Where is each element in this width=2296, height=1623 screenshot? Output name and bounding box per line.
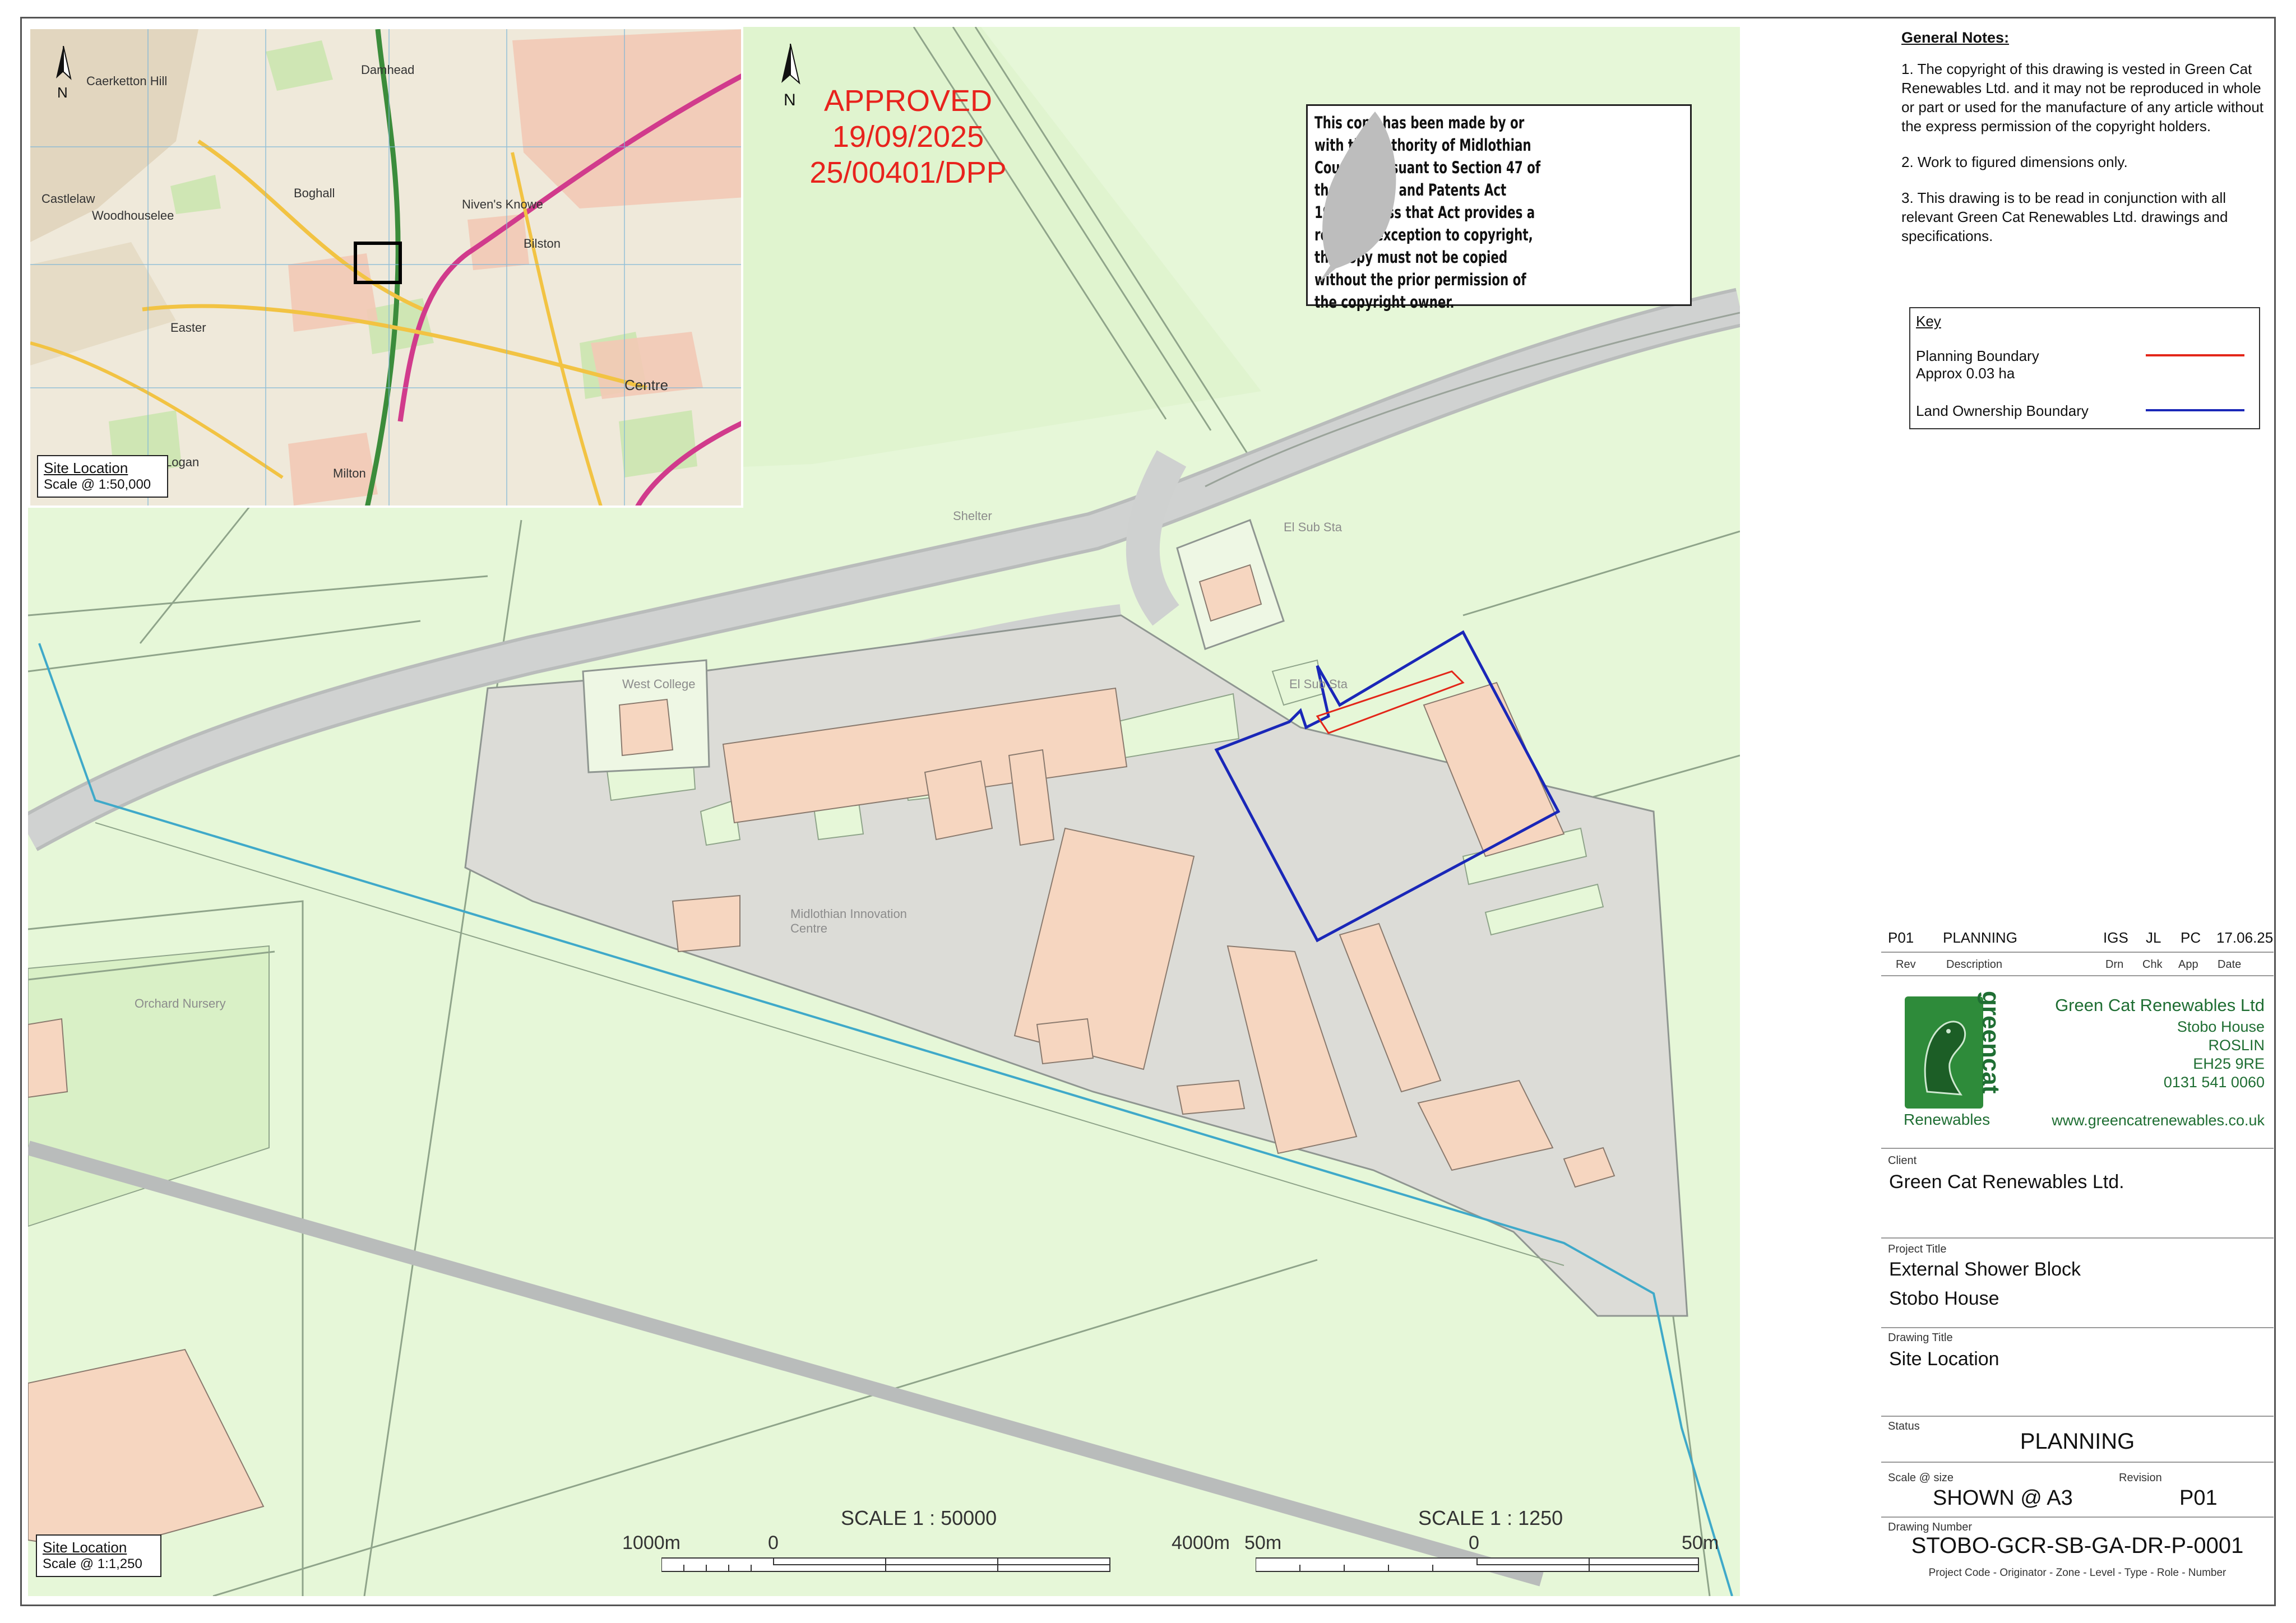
drawing-number-value: STOBO-GCR-SB-GA-DR-P-0001 bbox=[1911, 1533, 2244, 1558]
key-item-planning-boundary-label: Planning Boundary bbox=[1916, 347, 2039, 364]
revision-drn: IGS bbox=[2103, 929, 2128, 946]
inset-label-caerketton: Caerketton Hill bbox=[86, 74, 168, 88]
approval-reference: 25/00401/DPP bbox=[809, 156, 1007, 189]
revision-table: P01 PLANNING IGS JL PC 17.06.25 Rev Desc… bbox=[1881, 926, 2274, 976]
main-map-caption-title: Site Location bbox=[43, 1539, 127, 1556]
general-notes: General Notes: 1. The copyright of this … bbox=[1901, 28, 2271, 262]
revision-date: 17.06.25 bbox=[2216, 929, 2274, 946]
scale-bar-1250-right-label: 50m bbox=[1682, 1532, 1719, 1554]
map-label-orchard-nursery: Orchard Nursery bbox=[135, 996, 226, 1010]
inset-label-roslin: Centre bbox=[624, 377, 669, 393]
approval-status: APPROVED bbox=[823, 84, 993, 118]
revision-chk: JL bbox=[2146, 929, 2161, 946]
scale-value: SHOWN @ A3 bbox=[1933, 1486, 2073, 1510]
inset-label-milton: Milton bbox=[333, 466, 366, 480]
scale-bar-50000-left-label: 1000m bbox=[622, 1532, 681, 1554]
map-label-west-college: West College bbox=[622, 677, 696, 691]
drawing-number-format: Project Code - Originator - Zone - Level… bbox=[1928, 1567, 2226, 1579]
scale-bar-1250-graphic bbox=[1256, 1557, 1699, 1572]
key-item-land-ownership-boundary-label: Land Ownership Boundary bbox=[1916, 402, 2089, 419]
scale-bar-50000-right-label: 4000m bbox=[1172, 1532, 1230, 1554]
inset-map-drawing bbox=[30, 29, 741, 506]
revision-header-date: Date bbox=[2218, 958, 2242, 971]
revision-label: Revision bbox=[2119, 1472, 2162, 1484]
company-address-line-1: Stobo House bbox=[2177, 1018, 2265, 1035]
approval-date: 19/09/2025 bbox=[832, 120, 984, 154]
general-notes-heading: General Notes: bbox=[1901, 29, 2010, 46]
revision-header-rev: Rev bbox=[1896, 958, 1916, 971]
scale-label: Scale @ size bbox=[1888, 1472, 1954, 1484]
key-item-planning-boundary: Planning Boundary Approx 0.03 ha bbox=[1916, 347, 2039, 382]
inset-label-woodhouselee: Woodhouselee bbox=[92, 208, 174, 222]
inset-north-arrow-icon: N bbox=[49, 46, 77, 102]
inset-label-howgate: Easter bbox=[170, 321, 206, 335]
title-block: Client Green Cat Renewables Ltd. Project… bbox=[1881, 1154, 2274, 1597]
revision-rev: P01 bbox=[1888, 929, 1914, 946]
project-title-label: Project Title bbox=[1888, 1243, 1947, 1255]
general-note-3: 3. This drawing is to be read in conjunc… bbox=[1901, 189, 2228, 244]
project-title-line-1: External Shower Block bbox=[1889, 1259, 2081, 1280]
company-address-line-2: ROSLIN bbox=[2208, 1037, 2265, 1054]
status-value: PLANNING bbox=[2020, 1429, 2135, 1454]
inset-map-caption-title: Site Location bbox=[44, 460, 128, 476]
logo-wordmark: greencat bbox=[1977, 991, 2005, 1114]
company-block: greencat Renewables Green Cat Renewables… bbox=[1881, 981, 2274, 1149]
key-item-planning-boundary-area: Approx 0.03 ha bbox=[1916, 365, 2015, 382]
project-title-line-2: Stobo House bbox=[1889, 1288, 1999, 1309]
planning-boundary-swatch bbox=[2146, 354, 2244, 356]
revision-header-drn: Drn bbox=[2105, 958, 2124, 971]
main-map-caption: Site Location Scale @ 1:1,250 bbox=[36, 1534, 161, 1577]
client-label: Client bbox=[1888, 1154, 1917, 1167]
inset-label-castlelaw: Castlelaw bbox=[41, 192, 95, 206]
revision-description: PLANNING bbox=[1943, 929, 2017, 946]
scale-bar-1250-zero-label: 0 bbox=[1469, 1532, 1479, 1554]
inset-location-map[interactable]: N Caerketton Hill Damhead Castlelaw Wood… bbox=[28, 27, 743, 508]
inset-map-caption: Site Location Scale @ 1:50,000 bbox=[37, 455, 168, 498]
scale-bar-50000-zero-label: 0 bbox=[768, 1532, 779, 1554]
revision-value: P01 bbox=[2179, 1486, 2218, 1510]
drawing-number-label: Drawing Number bbox=[1888, 1521, 1973, 1533]
revision-header-description: Description bbox=[1946, 958, 2003, 971]
map-label-el-sub-sta-2: El Sub Sta bbox=[1289, 677, 1348, 691]
client-value: Green Cat Renewables Ltd. bbox=[1889, 1171, 2124, 1193]
drawing-title-label: Drawing Title bbox=[1888, 1332, 1953, 1344]
map-label-shelter: Shelter bbox=[953, 509, 992, 523]
main-map-caption-scale: Scale @ 1:1,250 bbox=[43, 1556, 142, 1571]
scale-bar-1250-left-label: 50m bbox=[1244, 1532, 1282, 1554]
revision-header-app: App bbox=[2178, 958, 2198, 971]
inset-label-damhead: Damhead bbox=[361, 63, 415, 77]
inset-label-bilston: Bilston bbox=[524, 237, 561, 251]
inset-map-caption-scale: Scale @ 1:50,000 bbox=[44, 477, 151, 492]
drawing-title-value: Site Location bbox=[1889, 1348, 1999, 1370]
land-ownership-boundary-swatch bbox=[2146, 409, 2244, 411]
revision-header-chk: Chk bbox=[2142, 958, 2163, 971]
company-name: Green Cat Renewables Ltd bbox=[2055, 995, 2265, 1015]
inset-label-glencorse: Logan bbox=[165, 455, 200, 469]
logo-sub: Renewables bbox=[1904, 1111, 1991, 1128]
company-phone: 0131 541 0060 bbox=[2163, 1074, 2265, 1091]
map-key: Key Planning Boundary Approx 0.03 ha Lan… bbox=[1909, 307, 2260, 429]
general-note-1: 1. The copyright of this drawing is vest… bbox=[1901, 61, 2264, 135]
scale-bar-1250: SCALE 1 : 1250 50m 0 50m bbox=[1233, 1506, 1738, 1585]
copyright-notice-box: This copy has been made by or with the a… bbox=[1306, 104, 1692, 312]
map-label-innovation-centre: Midlothian Innovation Centre bbox=[790, 907, 907, 935]
revision-app: PC bbox=[2181, 929, 2201, 946]
green-cat-logo-icon bbox=[1905, 996, 1983, 1109]
inset-label-nivens-knowe: Niven's Knowe bbox=[462, 197, 543, 211]
company-address-line-3: EH25 9RE bbox=[2193, 1055, 2265, 1072]
inset-label-boghall: Boghall bbox=[294, 186, 335, 200]
general-note-2: 2. Work to figured dimensions only. bbox=[1901, 154, 2128, 170]
approval-stamp: APPROVED 19/09/2025 25/00401/DPP bbox=[790, 83, 1026, 191]
company-website-link[interactable]: www.greencatrenewables.co.uk bbox=[2018, 1112, 2265, 1129]
council-leaf-logo-icon bbox=[1319, 112, 1396, 282]
map-label-el-sub-sta: El Sub Sta bbox=[1284, 520, 1342, 534]
scale-bar-50000-graphic bbox=[661, 1557, 1110, 1572]
scale-bar-1250-title: SCALE 1 : 1250 bbox=[1418, 1506, 1563, 1529]
scale-bar-50000-title: SCALE 1 : 50000 bbox=[841, 1506, 997, 1529]
key-title: Key bbox=[1916, 313, 1941, 330]
logo-word: greencat bbox=[1977, 991, 2005, 1094]
scale-bar-50000: SCALE 1 : 50000 1000m 0 4000m bbox=[611, 1506, 1261, 1585]
company-address: Stobo House ROSLIN EH25 9RE 0131 541 006… bbox=[2018, 1018, 2265, 1092]
